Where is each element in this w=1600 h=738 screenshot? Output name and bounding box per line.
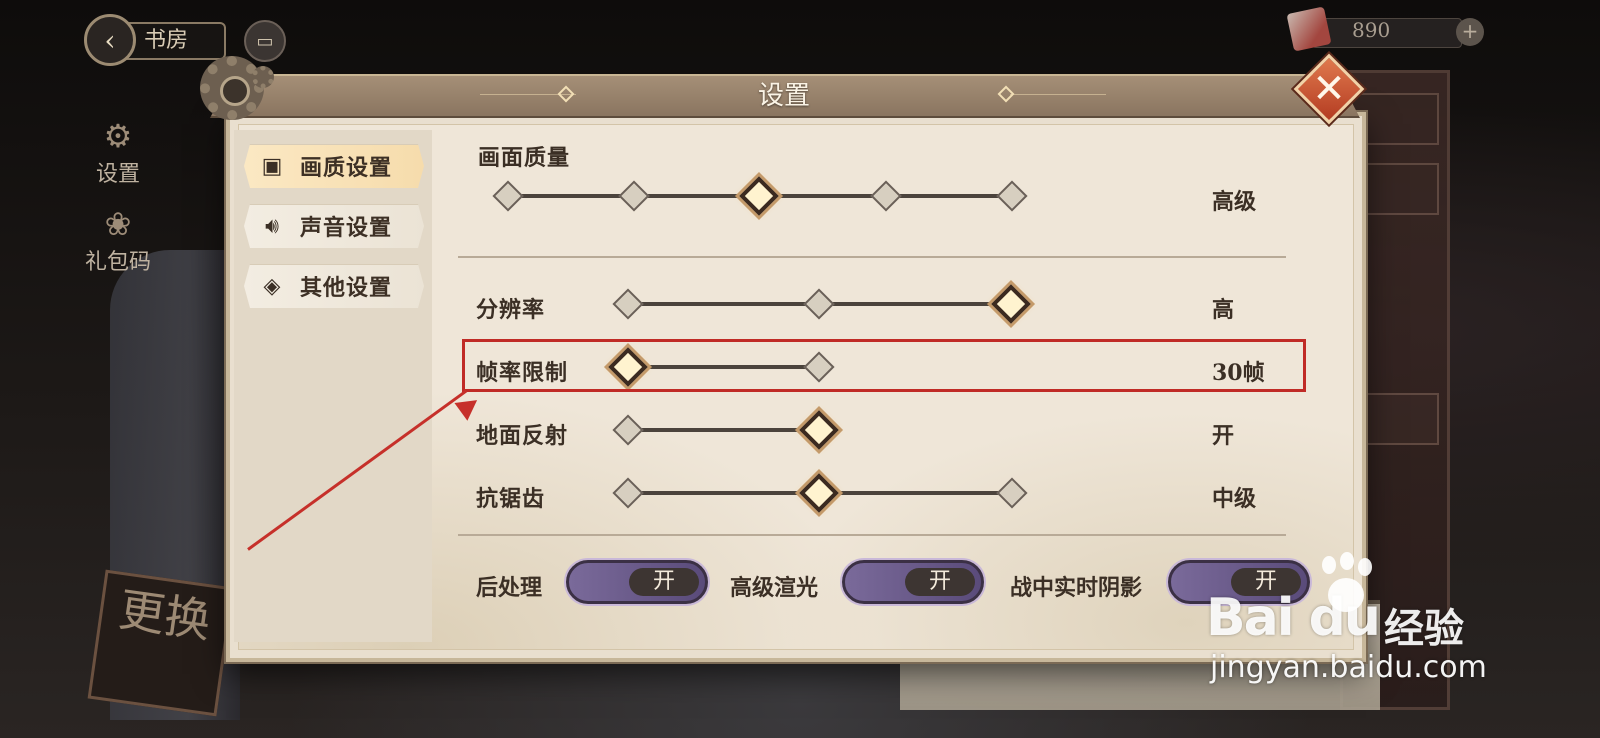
add-currency-button[interactable]: + xyxy=(1456,18,1484,46)
highlight-box xyxy=(462,339,1306,392)
setting-value-resolution: 高 xyxy=(1212,297,1235,323)
dialog-title: 设置 xyxy=(757,81,810,111)
side-item-settings[interactable]: ⚙ 设置 xyxy=(78,118,158,188)
tab-label: 画质设置 xyxy=(300,155,393,181)
setting-value-quality: 高级 xyxy=(1212,189,1257,215)
gear-icon xyxy=(252,66,274,88)
toggle-state: 开 xyxy=(905,568,975,596)
setting-label-resolution: 分辨率 xyxy=(476,297,546,323)
advanced-lighting-toggle[interactable]: 开 xyxy=(842,560,984,604)
chat-icon: ▭ xyxy=(256,30,274,52)
section-divider xyxy=(458,534,1286,536)
tab-sound[interactable]: 🔊︎ 声音设置 xyxy=(244,204,424,248)
gift-icon: ❀ xyxy=(104,205,132,243)
reflection-slider-track[interactable] xyxy=(628,428,820,432)
gear-icon xyxy=(200,56,264,120)
toggle-label-post-processing: 后处理 xyxy=(476,575,543,601)
side-item-label: 礼包码 xyxy=(84,250,151,275)
setting-value-ground-reflection: 开 xyxy=(1212,423,1235,449)
section-divider xyxy=(458,256,1286,258)
tab-other[interactable]: ◈ 其他设置 xyxy=(244,264,424,308)
setting-label-antialias: 抗锯齿 xyxy=(476,486,546,512)
currency-value: 890 xyxy=(1352,18,1391,42)
tab-label: 声音设置 xyxy=(300,215,393,241)
close-icon: ✕ xyxy=(1312,66,1346,112)
toggle-label-realtime-shadow: 战中实时阴影 xyxy=(1010,575,1143,601)
gear-icon: ⚙ xyxy=(103,117,133,155)
setting-label-ground-reflection: 地面反射 xyxy=(476,423,569,449)
change-plaque[interactable]: 更换 xyxy=(87,569,235,717)
layers-icon: ◈ xyxy=(263,273,281,299)
title-ornament xyxy=(1010,94,1106,95)
tab-graphics[interactable]: ▣ 画质设置 xyxy=(244,144,424,188)
back-arrow-icon: ‹ xyxy=(104,23,116,57)
watermark-url: jingyan.baidu.com xyxy=(1210,650,1487,685)
setting-label-quality: 画面质量 xyxy=(478,145,571,171)
chat-button[interactable]: ▭ xyxy=(244,20,286,62)
picture-icon: ▣ xyxy=(261,153,283,179)
currency-icon xyxy=(1286,6,1332,52)
speaker-icon: 🔊︎ xyxy=(265,213,279,239)
setting-value-antialias: 中级 xyxy=(1212,486,1257,512)
side-item-gift-code[interactable]: ❀ 礼包码 xyxy=(78,206,158,276)
tab-label: 其他设置 xyxy=(300,275,393,301)
side-item-label: 设置 xyxy=(95,162,140,187)
watermark-product: 经验 xyxy=(1384,606,1464,652)
toggle-state: 开 xyxy=(629,568,699,596)
back-button[interactable]: ‹ xyxy=(84,14,136,66)
post-processing-toggle[interactable]: 开 xyxy=(566,560,708,604)
toggle-label-advanced-lighting: 高级渲光 xyxy=(730,575,819,601)
baidu-paw-icon xyxy=(1316,552,1374,616)
